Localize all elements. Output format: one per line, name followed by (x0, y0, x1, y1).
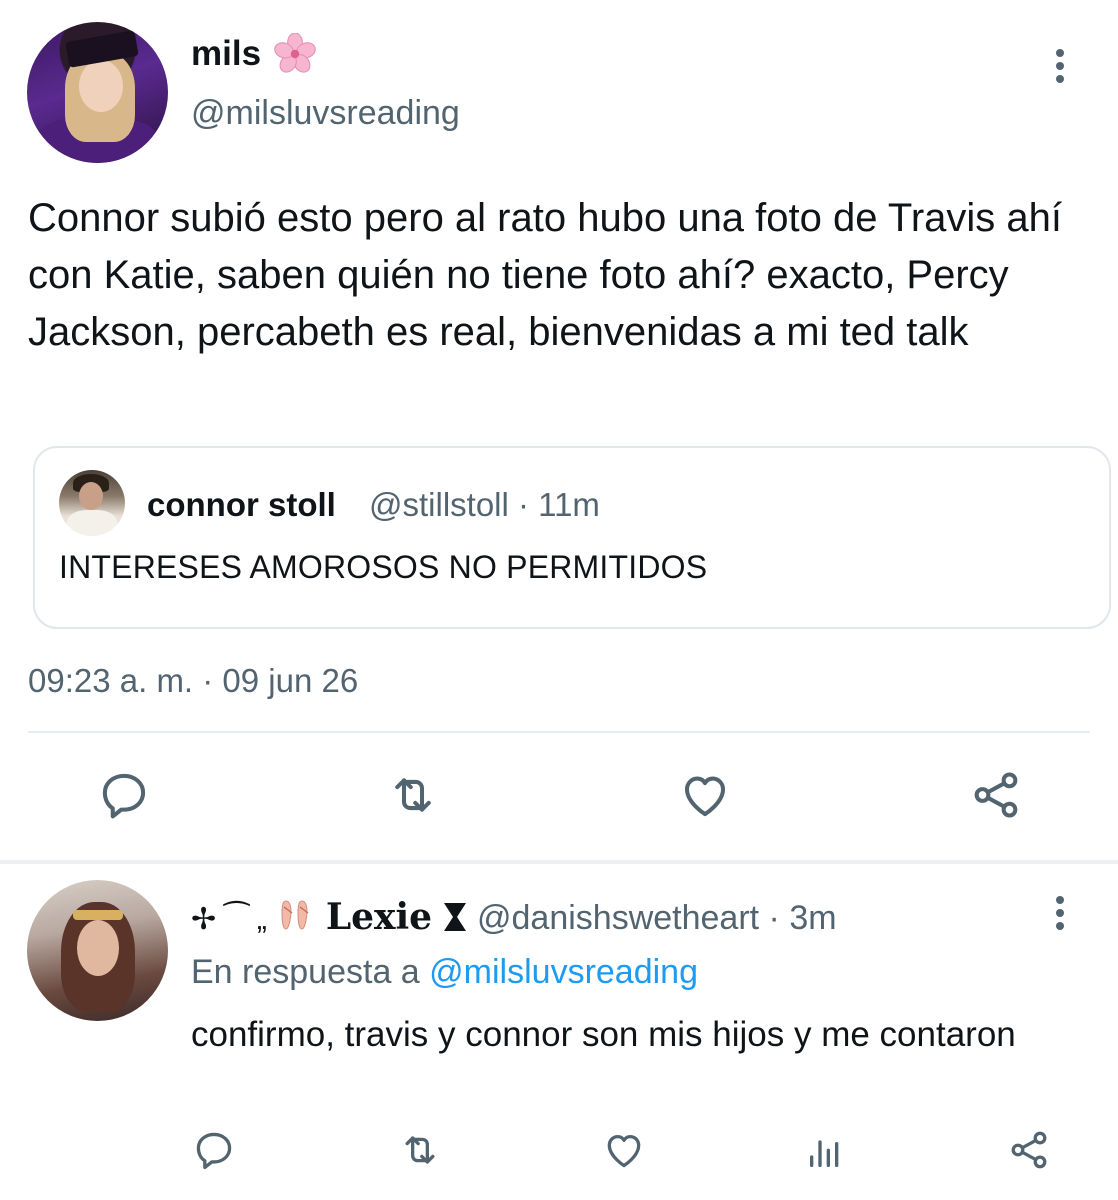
reply-header: ✢ ⁀ „ Lexie @danishswetheart · 3m (191, 895, 837, 939)
analytics-icon[interactable] (805, 1132, 845, 1172)
tweet-timestamp[interactable]: 09:23 a. m. · 09 jun 26 (28, 662, 358, 700)
quoted-avatar[interactable] (59, 470, 125, 536)
tweet-detail-view: mils @milsluvsreading Connor subió esto … (0, 0, 1118, 1200)
reply-to-mention[interactable]: @milsluvsreading (429, 953, 698, 991)
tweet-text: Connor subió esto pero al rato hubo una … (28, 196, 1063, 354)
more-options-icon[interactable] (1053, 49, 1067, 89)
quoted-tweet[interactable]: connor stoll @stillstoll · 11m INTERESES… (33, 446, 1111, 629)
reply-handle-time[interactable]: @danishswetheart · 3m (477, 899, 837, 937)
main-tweet: mils @milsluvsreading Connor subió esto … (0, 0, 1118, 862)
hourglass-icon (443, 903, 466, 931)
quoted-handle-time: @stillstoll · 11m (369, 486, 600, 523)
reply-text: confirmo, travis y connor son mis hijos … (191, 1015, 1016, 1054)
thread-separator (0, 860, 1118, 864)
reply-context: En respuesta a @milsluvsreading (191, 953, 698, 992)
like-icon[interactable] (602, 1128, 646, 1172)
retweet-icon[interactable] (386, 768, 440, 822)
reply-icon[interactable] (192, 1128, 236, 1172)
author-handle[interactable]: @milsluvsreading (191, 94, 460, 133)
like-icon[interactable] (678, 768, 732, 822)
reply-to-label: En respuesta a (191, 953, 420, 991)
share-icon[interactable] (969, 768, 1023, 822)
retweet-icon[interactable] (398, 1128, 442, 1172)
more-options-icon[interactable] (1053, 896, 1067, 936)
reply-display-name[interactable]: Lexie (326, 896, 432, 938)
divider (28, 731, 1090, 733)
reply-icon[interactable] (97, 768, 151, 822)
name-decoration: ✢ ⁀ „ (191, 903, 267, 936)
author-display-name[interactable]: mils (191, 34, 261, 74)
quoted-text: INTERESES AMOROSOS NO PERMITIDOS (59, 549, 708, 585)
cherry-blossom-icon (274, 33, 316, 73)
ballet-shoes-icon (281, 900, 309, 930)
reply-avatar[interactable] (27, 880, 168, 1021)
quoted-display-name: connor stoll (147, 486, 336, 523)
share-icon[interactable] (1007, 1128, 1051, 1172)
avatar[interactable] (27, 22, 168, 163)
